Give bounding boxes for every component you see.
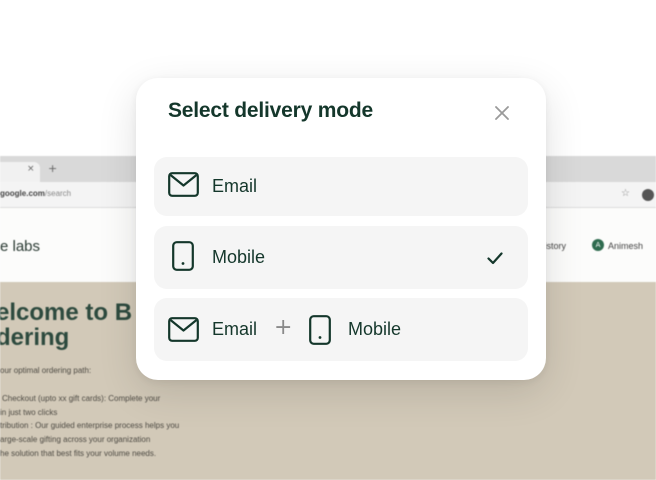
checkout-text: Checkout (upto xx gift cards): Complete …	[2, 394, 161, 403]
modal-title: Select delivery mode	[168, 99, 373, 122]
checkmark-icon	[487, 250, 503, 269]
distribution-text: tribution : Our guided enterprise proces…	[0, 421, 180, 430]
close-button[interactable]	[491, 102, 513, 124]
bookmark-star-icon: ☆	[621, 188, 630, 199]
new-tab-icon: +	[48, 162, 58, 175]
browser-profile-icon	[642, 189, 654, 201]
delivery-mode-modal: Select delivery mode Email Mobile Email …	[136, 78, 546, 380]
user-name: Animesh	[608, 241, 644, 251]
phone-icon	[309, 315, 331, 345]
welcome-heading-line2: dering	[0, 324, 70, 351]
close-icon	[495, 106, 509, 120]
phone-icon	[172, 241, 194, 271]
url-text: google.com/search	[0, 189, 72, 198]
checkout-text-2: in just two clicks	[0, 408, 58, 417]
option-email-label: Email	[212, 176, 258, 196]
mail-icon	[168, 317, 199, 342]
site-logo: e labs	[0, 238, 41, 255]
intro-text: our optimal ordering path:	[0, 366, 92, 375]
option-email[interactable]: Email	[154, 157, 528, 216]
option-email-and-mobile[interactable]: Email + Mobile	[154, 298, 528, 361]
option-mobile-label: Mobile	[348, 319, 402, 339]
user-avatar: A	[592, 239, 604, 251]
option-mobile[interactable]: Mobile	[154, 226, 528, 289]
distribution-text-3: he solution that best fits your volume n…	[0, 449, 157, 458]
option-email-label: Email	[212, 319, 258, 339]
distribution-text-2: arge-scale gifting across your organizat…	[0, 435, 151, 444]
option-mobile-label: Mobile	[212, 247, 266, 267]
tab-close-icon: ×	[27, 164, 35, 174]
welcome-heading-line1: elcome to B	[0, 299, 133, 326]
plus-separator: +	[274, 315, 293, 340]
mail-icon	[168, 172, 199, 197]
